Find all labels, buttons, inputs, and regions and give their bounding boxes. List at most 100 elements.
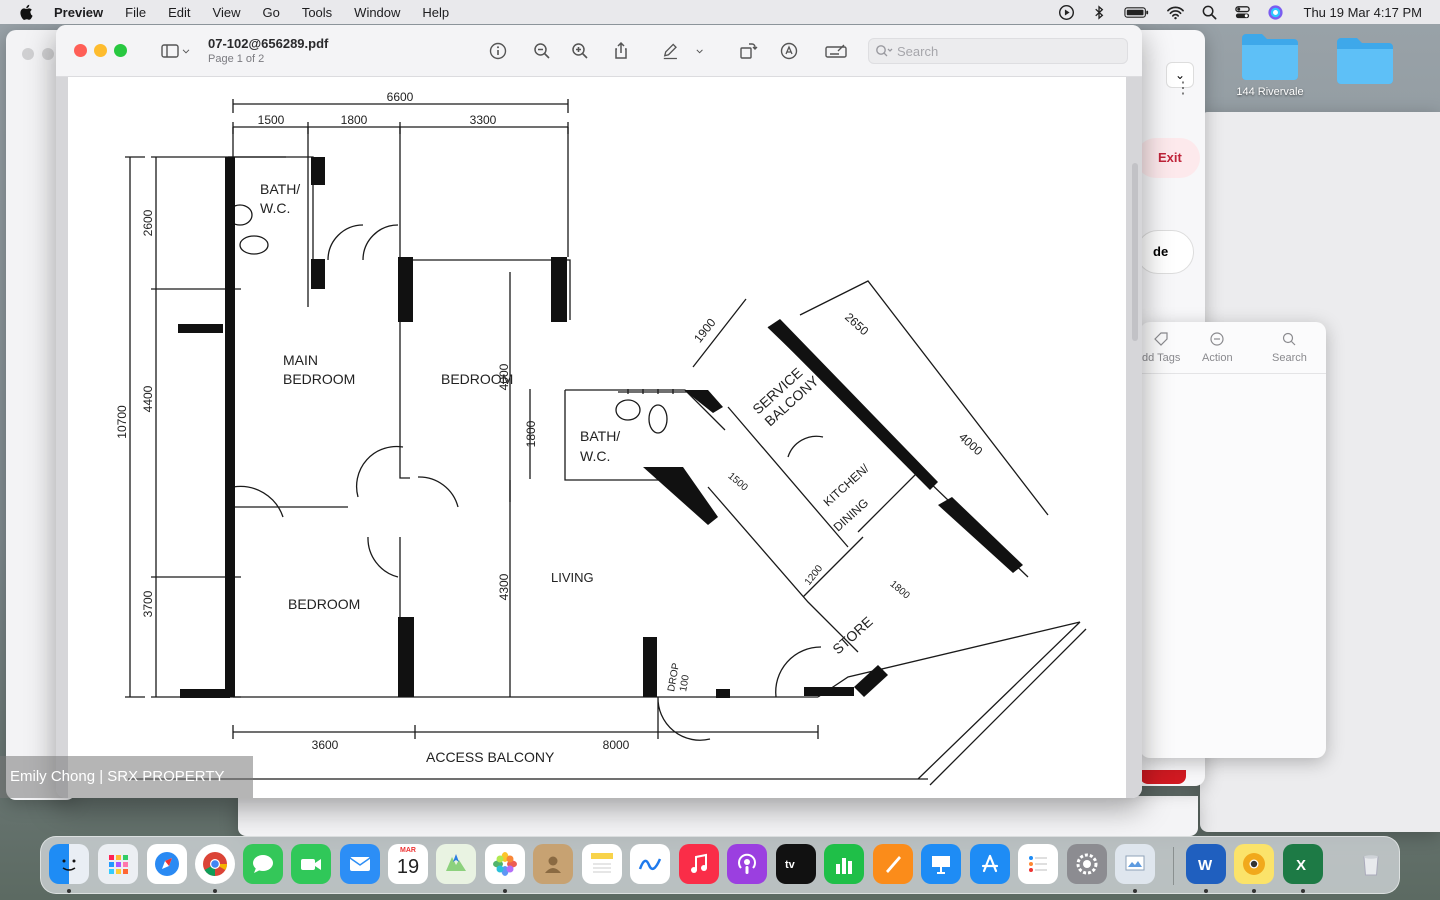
spotlight-search-icon[interactable] [1201,4,1218,21]
zoom-out-icon [534,43,550,59]
minimize-window-button[interactable] [94,44,107,57]
chrome-icon [203,852,227,876]
control-center-icon[interactable] [1234,4,1251,21]
preview-window[interactable]: 07-102@656289.pdf Page 1 of 2 Search 660… [56,25,1142,798]
dock-excel[interactable]: X [1283,844,1323,884]
sidebar-icon [161,44,179,58]
page-indicator: Page 1 of 2 [208,53,265,65]
close-window-button[interactable] [74,44,87,57]
desktop-folder[interactable] [1330,34,1400,90]
battery-icon[interactable] [1123,4,1150,21]
dock-mail[interactable] [340,844,380,884]
document-title: 07-102@656289.pdf [208,36,329,51]
dock-contacts[interactable] [533,844,573,884]
dock-trash[interactable] [1351,844,1391,884]
menu-tools[interactable]: Tools [302,5,332,20]
dock-finder[interactable] [49,844,89,884]
menu-help[interactable]: Help [422,5,449,20]
menu-clock[interactable]: Thu 19 Mar 4:17 PM [1304,5,1423,20]
search-input[interactable] [897,43,1117,59]
inactive-window-controls [22,48,54,60]
background-window-bottom[interactable] [238,796,1198,836]
document-view[interactable]: 6600 1500 1800 3300 3600 8000 10700 2600… [56,77,1142,798]
dock-safari[interactable] [147,844,187,884]
zoom-out-button[interactable] [530,39,554,63]
dim-misc-b: 1800 [888,579,912,602]
menu-window[interactable]: Window [354,5,400,20]
rotate-button[interactable] [736,39,760,63]
dock-notes[interactable] [582,844,622,884]
siri-icon[interactable] [1267,4,1284,21]
dock-numbers[interactable] [824,844,864,884]
info-button[interactable] [486,39,510,63]
dock-pages[interactable] [873,844,913,884]
dock-launchpad[interactable] [98,844,138,884]
menu-app-name[interactable]: Preview [54,5,103,20]
dim-bottom-b: 8000 [603,738,630,752]
gear-icon [1076,853,1098,875]
more-icon[interactable]: ⋮ [1175,78,1191,98]
menu-edit[interactable]: Edit [168,5,190,20]
finder-search-button[interactable]: Search [1272,332,1307,364]
dock-keynote[interactable] [921,844,961,884]
preview-toolbar: 07-102@656289.pdf Page 1 of 2 [56,25,1142,77]
info-icon [489,42,507,60]
share-icon [615,41,627,59]
zoom-window-button[interactable] [114,44,127,57]
dock-separator [1173,847,1174,885]
pill-button[interactable]: de [1136,230,1194,274]
room-bedroom3: BEDROOM [288,596,360,612]
dock-facetime[interactable] [291,844,331,884]
exit-button[interactable]: Exit [1136,138,1200,178]
dock-preview[interactable] [1115,844,1155,884]
action-button[interactable]: Action [1202,332,1233,364]
dock-chrome-canary[interactable] [1234,844,1274,884]
dock-photos[interactable] [485,844,525,884]
dock-podcasts[interactable] [727,844,767,884]
dim-top-b: 1800 [341,113,368,127]
finder-icon [62,859,76,871]
calendar-month: MAR [400,847,416,854]
dock-messages[interactable] [243,844,283,884]
sidebar-toggle-button[interactable] [154,39,198,63]
dock-tv[interactable]: tv [776,844,816,884]
room-living: LIVING [551,570,594,585]
form-fill-button[interactable] [822,39,850,63]
dim-misc-c: 1500 [726,471,750,494]
menu-file[interactable]: File [125,5,146,20]
dock-maps[interactable] [436,844,476,884]
dock-music[interactable] [679,844,719,884]
search-icon [1283,332,1296,346]
search-icon [876,45,893,57]
apple-menu-icon[interactable] [18,3,36,21]
rotate-icon [740,43,758,59]
zoom-in-icon [572,43,588,59]
room-refuse-line2: 100 [678,674,692,693]
dock-calendar[interactable]: MAR 19 [388,844,428,884]
dock-system-settings[interactable] [1067,844,1107,884]
bluetooth-icon[interactable] [1091,4,1108,21]
menu-view[interactable]: View [213,5,241,20]
share-button[interactable] [609,39,633,63]
play-icon[interactable] [1058,4,1075,21]
wifi-icon[interactable] [1166,4,1185,21]
pen-icon [663,43,677,60]
dock-word[interactable]: W [1186,844,1226,884]
dock-app-store[interactable] [970,844,1010,884]
vertical-scrollbar[interactable] [1132,163,1138,341]
folder-icon [1242,34,1298,80]
add-tags-button[interactable]: dd Tags [1142,332,1180,364]
dim-top-total: 6600 [387,90,414,104]
search-field[interactable] [868,38,1128,64]
zoom-in-button[interactable] [568,39,592,63]
menu-go[interactable]: Go [262,5,279,20]
dock-reminders[interactable] [1018,844,1058,884]
markup-pen-button[interactable] [661,39,705,63]
keynote-icon [932,856,950,874]
desktop-folder[interactable]: 144 Rivervale [1235,30,1305,98]
dock-chrome[interactable] [195,844,235,884]
dock-freeform[interactable] [630,844,670,884]
background-finder-window[interactable]: dd Tags Action Search [1140,322,1326,758]
markup-button[interactable] [777,39,801,63]
room-bath2-line1: BATH/ [580,428,620,444]
